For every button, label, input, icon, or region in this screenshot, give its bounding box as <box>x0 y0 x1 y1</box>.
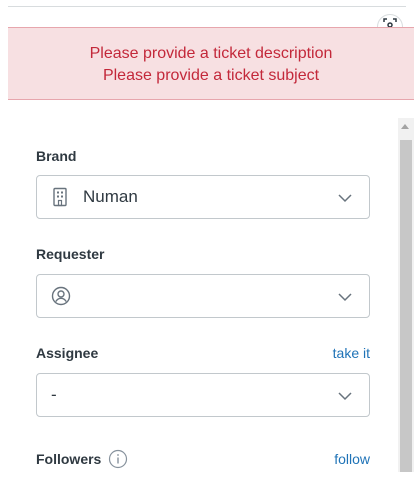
brand-label: Brand <box>36 148 77 164</box>
validation-error-alert: Please provide a ticket description Plea… <box>8 27 414 100</box>
scroll-up-arrow-icon[interactable] <box>401 124 409 129</box>
followers-label: Followers <box>36 451 102 467</box>
alert-description-error: Please provide a ticket description <box>89 45 333 62</box>
assignee-label: Assignee <box>36 345 99 361</box>
chevron-down-icon <box>337 290 353 308</box>
assignee-value: - <box>51 385 57 404</box>
brand-value: Numan <box>83 187 138 206</box>
requester-label: Requester <box>36 246 105 262</box>
bottom-edge <box>0 472 414 486</box>
alert-subject-error: Please provide a ticket subject <box>102 67 320 84</box>
user-circle-icon <box>51 286 71 306</box>
chevron-down-icon <box>337 389 353 407</box>
building-icon <box>51 187 69 207</box>
chevron-down-icon <box>337 191 353 209</box>
requester-select[interactable] <box>36 274 370 318</box>
follow-link[interactable]: follow <box>334 451 370 467</box>
followers-header: Followers follow <box>36 449 370 469</box>
assignee-header: Assignee take it <box>36 345 370 361</box>
followers-label-group: Followers <box>36 449 128 469</box>
assignee-select[interactable]: - <box>36 373 370 417</box>
brand-select[interactable]: Numan <box>36 175 370 219</box>
info-icon[interactable] <box>108 449 128 469</box>
scrollbar-thumb[interactable] <box>400 140 412 472</box>
take-it-link[interactable]: take it <box>333 345 370 361</box>
top-divider <box>8 6 406 7</box>
